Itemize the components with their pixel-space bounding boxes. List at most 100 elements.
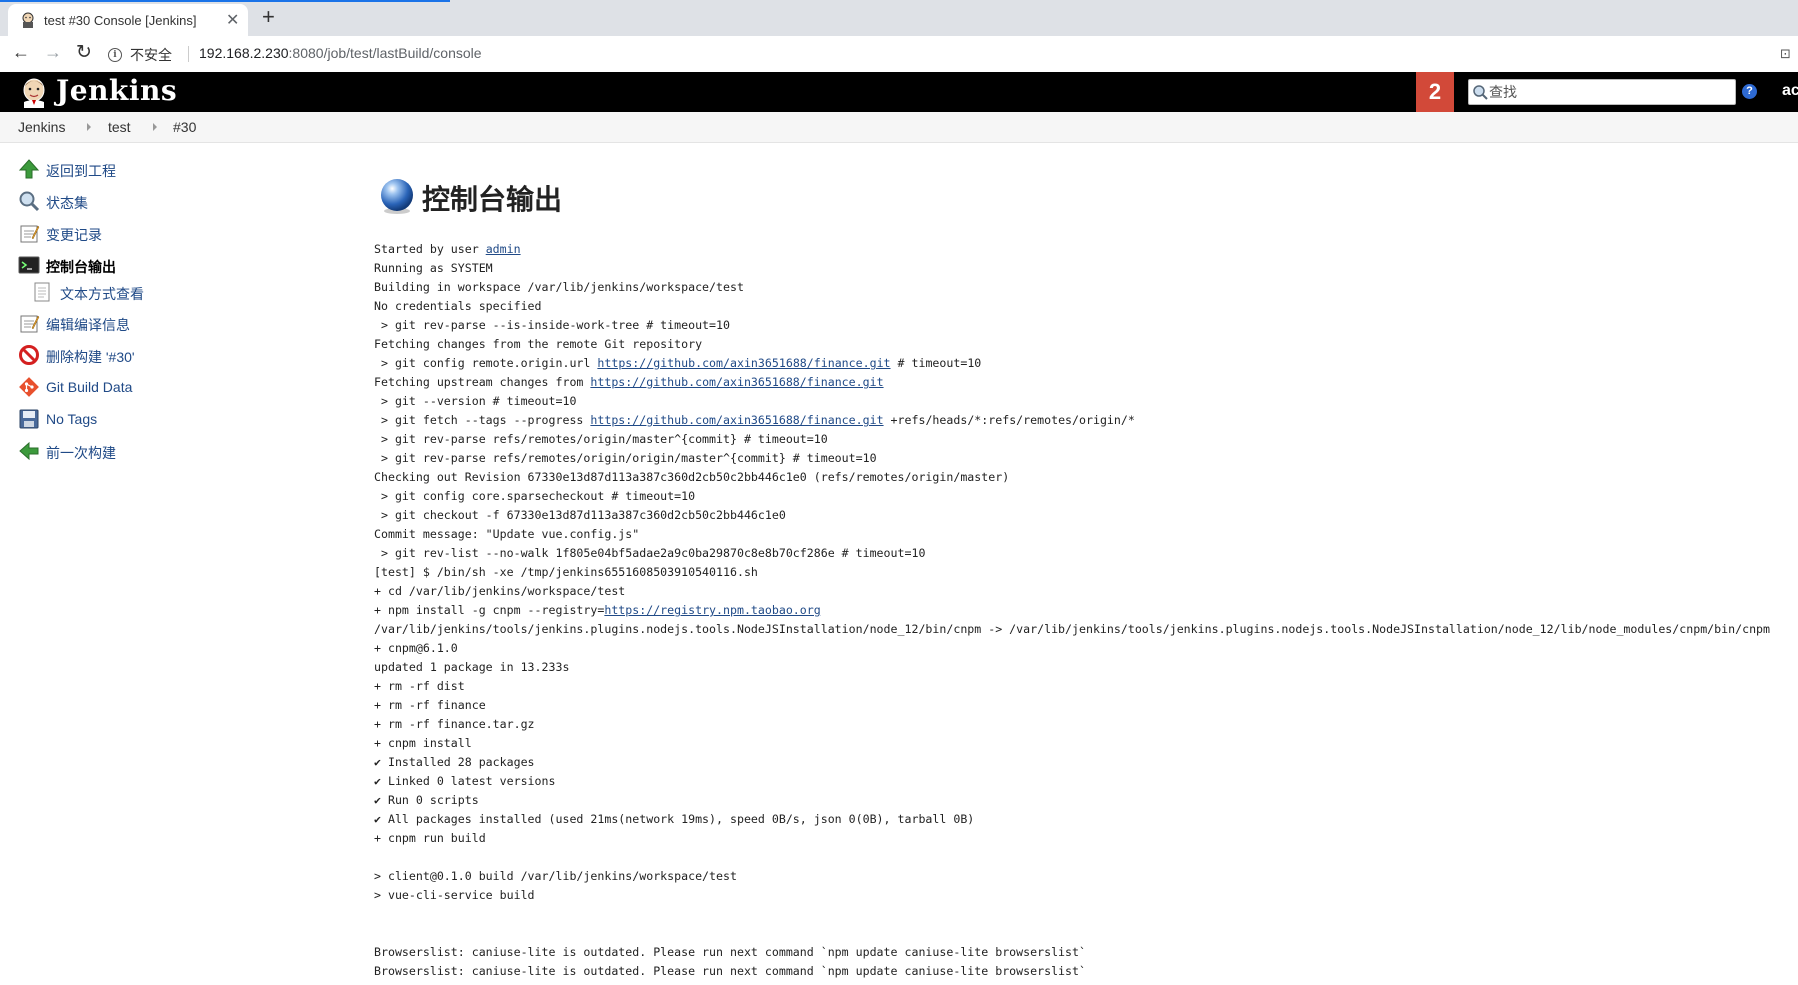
breadcrumb-jenkins[interactable]: Jenkins <box>18 119 65 135</box>
console-text: ✔ Run 0 scripts <box>374 793 479 807</box>
page-load-progress <box>0 0 450 2</box>
console-line: > vue-cli-service build <box>374 886 1794 905</box>
sidebar-item-label: 编辑编译信息 <box>46 317 130 333</box>
sidebar-item-label: 删除构建 '#30' <box>46 349 135 365</box>
floppy-icon <box>19 409 39 429</box>
translate-icon[interactable]: ⊡ <box>1780 46 1791 62</box>
console-link[interactable]: https://github.com/axin3651688/finance.g… <box>597 356 890 370</box>
console-line: Fetching upstream changes from https://g… <box>374 373 1794 392</box>
console-line: Browserslist: caniuse-lite is outdated. … <box>374 962 1794 981</box>
jenkins-header: Jenkins 2 ? ac <box>0 72 1798 112</box>
tab-close-icon[interactable]: ✕ <box>226 10 239 30</box>
search-box <box>1468 79 1736 105</box>
browser-toolbar: ← → ↻ i 不安全 192.168.2.230:8080/job/test/… <box>0 36 1798 73</box>
console-line: ✔ Installed 28 packages <box>374 753 1794 772</box>
console-text: # timeout=10 <box>890 356 982 370</box>
search-input[interactable] <box>1489 82 1729 102</box>
console-line: /var/lib/jenkins/tools/jenkins.plugins.n… <box>374 620 1794 639</box>
console-link[interactable]: https://registry.npm.taobao.org <box>604 603 820 617</box>
document-icon <box>34 282 50 302</box>
console-text: > git checkout -f 67330e13d87d113a387c36… <box>374 508 786 522</box>
console-link[interactable]: https://github.com/axin3651688/finance.g… <box>590 375 883 389</box>
console-line: > git rev-parse --is-inside-work-tree # … <box>374 316 1794 335</box>
breadcrumb-separator-icon[interactable] <box>153 123 157 131</box>
console-line: Commit message: "Update vue.config.js" <box>374 525 1794 544</box>
console-orb-icon <box>381 179 413 214</box>
page-title: 控制台输出 <box>422 184 563 215</box>
console-text: + rm -rf dist <box>374 679 465 693</box>
notepad-icon <box>20 225 40 243</box>
console-line: Started by user admin <box>374 240 1794 259</box>
terminal-icon <box>18 256 40 274</box>
sidebar-item-label: Git Build Data <box>46 379 133 395</box>
jenkins-logo-text[interactable]: Jenkins <box>56 74 177 107</box>
console-line: + rm -rf dist <box>374 677 1794 696</box>
console-text: Building in workspace /var/lib/jenkins/w… <box>374 280 744 294</box>
browser-tab-strip: test #30 Console [Jenkins] ✕ + <box>0 0 1798 36</box>
search-icon <box>1473 85 1488 100</box>
breadcrumb-test[interactable]: test <box>108 119 131 135</box>
console-text: Checking out Revision 67330e13d87d113a38… <box>374 470 1010 484</box>
breadcrumb-build[interactable]: #30 <box>173 119 196 135</box>
console-text: > git --version # timeout=10 <box>374 394 577 408</box>
console-link[interactable]: admin <box>486 242 521 256</box>
console-text: Started by user <box>374 242 486 256</box>
new-tab-button[interactable]: + <box>262 4 275 30</box>
user-name-link[interactable]: ac <box>1782 82 1798 100</box>
console-line: + cd /var/lib/jenkins/workspace/test <box>374 582 1794 601</box>
console-text: + npm install -g cnpm --registry= <box>374 603 605 617</box>
console-line: Browserslist: caniuse-lite is outdated. … <box>374 943 1794 962</box>
magnifier-icon <box>19 191 40 212</box>
console-text: > vue-cli-service build <box>374 888 535 902</box>
left-arrow-icon <box>19 441 39 461</box>
up-arrow-icon <box>18 159 40 179</box>
console-line: > git rev-parse refs/remotes/origin/mast… <box>374 430 1794 449</box>
sidebar-item-label: 控制台输出 <box>46 259 116 275</box>
console-text: > git rev-list --no-walk 1f805e04bf5adae… <box>374 546 926 560</box>
help-icon[interactable]: ? <box>1742 84 1757 99</box>
console-text: [test] $ /bin/sh -xe /tmp/jenkins6551608… <box>374 565 758 579</box>
breadcrumb-separator-icon[interactable] <box>87 123 91 131</box>
console-line: ✔ All packages installed (used 21ms(netw… <box>374 810 1794 829</box>
console-line: + cnpm@6.1.0 <box>374 639 1794 658</box>
notepad-icon <box>20 315 40 333</box>
git-icon <box>19 377 39 397</box>
console-line: Running as SYSTEM <box>374 259 1794 278</box>
browser-tab[interactable]: test #30 Console [Jenkins] ✕ <box>8 4 248 36</box>
jenkins-butler-icon[interactable] <box>20 78 48 108</box>
console-output: Started by user admin Running as SYSTEM Bu… <box>374 240 1794 981</box>
reload-icon[interactable]: ↻ <box>76 41 92 64</box>
console-line: > git fetch --tags --progress https://gi… <box>374 411 1794 430</box>
console-text: > git config core.sparsecheckout # timeo… <box>374 489 696 503</box>
console-line: + npm install -g cnpm --registry=https:/… <box>374 601 1794 620</box>
console-text: /var/lib/jenkins/tools/jenkins.plugins.n… <box>374 622 1771 636</box>
console-text: Browserslist: caniuse-lite is outdated. … <box>374 964 1086 978</box>
sidebar-item-label: 返回到工程 <box>46 163 116 179</box>
console-line: No credentials specified <box>374 297 1794 316</box>
console-text: Commit message: "Update vue.config.js" <box>374 527 640 541</box>
security-label[interactable]: 不安全 <box>130 45 172 65</box>
console-line: ✔ Run 0 scripts <box>374 791 1794 810</box>
console-text: + rm -rf finance.tar.gz <box>374 717 535 731</box>
back-arrow-icon[interactable]: ← <box>12 42 30 63</box>
site-info-icon[interactable]: i <box>108 48 122 62</box>
console-line: > client@0.1.0 build /var/lib/jenkins/wo… <box>374 867 1794 886</box>
tab-title: test #30 Console [Jenkins] <box>44 13 197 28</box>
console-line: Building in workspace /var/lib/jenkins/w… <box>374 278 1794 297</box>
console-text: > git rev-parse --is-inside-work-tree # … <box>374 318 730 332</box>
console-text: > client@0.1.0 build /var/lib/jenkins/wo… <box>374 869 737 883</box>
notification-badge[interactable]: 2 <box>1416 72 1454 112</box>
console-text: Fetching upstream changes from <box>374 375 591 389</box>
console-link[interactable]: https://github.com/axin3651688/finance.g… <box>590 413 883 427</box>
sidebar-item-label: 变更记录 <box>46 227 102 243</box>
forward-arrow-icon[interactable]: → <box>44 42 62 63</box>
console-line: > git rev-list --no-walk 1f805e04bf5adae… <box>374 544 1794 563</box>
console-text: Browserslist: caniuse-lite is outdated. … <box>374 945 1086 959</box>
jenkins-favicon-icon <box>22 12 34 28</box>
console-line: + cnpm run build <box>374 829 1794 848</box>
address-bar[interactable]: 192.168.2.230:8080/job/test/lastBuild/co… <box>199 45 482 61</box>
console-text: > git fetch --tags --progress <box>374 413 591 427</box>
